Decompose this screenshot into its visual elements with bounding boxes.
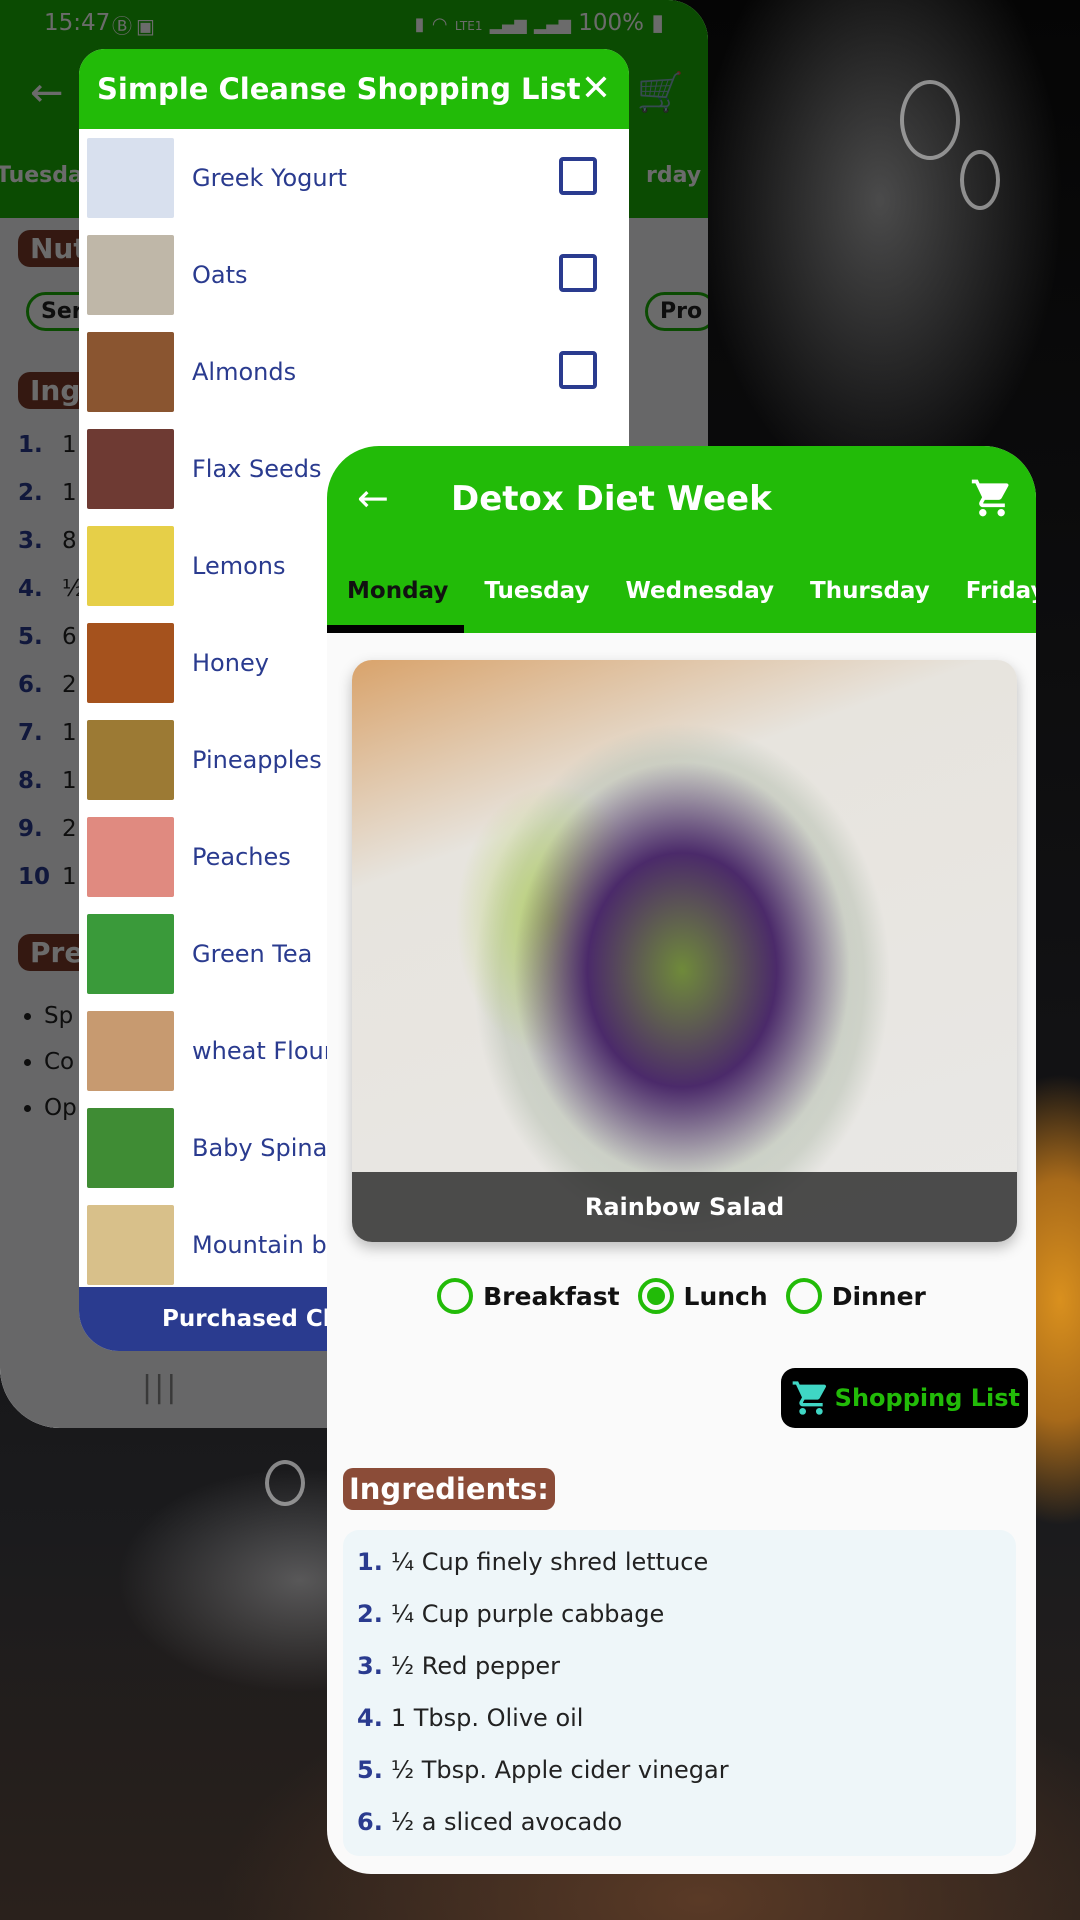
status-bar: 15:47 Ⓑ▣ ▮ ◠ LTE1 ▂▄▆ ▂▄▆ 100% ▮ [0, 0, 708, 48]
item-name: Green Tea [192, 939, 313, 968]
close-icon[interactable]: ✕ [581, 71, 611, 107]
dialog-title: Simple Cleanse Shopping List [97, 72, 581, 106]
meal-type-radio-group: Breakfast Lunch Dinner [327, 1278, 1036, 1314]
b-notification-icon: Ⓑ [112, 14, 136, 38]
background-tab[interactable]: rday [646, 163, 701, 188]
cart-icon [792, 1381, 826, 1415]
radio-lunch[interactable]: Lunch [637, 1278, 768, 1314]
water-splash-decoration [960, 150, 1000, 210]
status-right: ▮ ◠ LTE1 ▂▄▆ ▂▄▆ 100% ▮ [415, 10, 664, 36]
item-checkbox[interactable] [559, 351, 597, 389]
status-left-icons: Ⓑ▣ [112, 10, 159, 39]
foreground-app-card: ← Detox Diet Week Monday Tuesday Wednesd… [327, 446, 1036, 1874]
list-item: 1. ¼ Cup finely shred lettuce [357, 1548, 709, 1576]
item-thumbnail-image [87, 234, 174, 315]
item-thumbnail-image [87, 1010, 174, 1091]
signal-icon: ▂▄▆ [489, 15, 527, 34]
item-thumbnail-image [87, 525, 174, 606]
item-thumbnail-image [87, 331, 174, 412]
shopping-list-item[interactable]: Oats [79, 226, 629, 323]
battery-percent: 100% [578, 10, 645, 36]
item-thumbnail-image [87, 622, 174, 703]
battery-saver-icon: ▮ [414, 14, 425, 35]
item-thumbnail-image [87, 1204, 174, 1285]
item-thumbnail-image [87, 719, 174, 800]
water-splash-decoration [900, 80, 960, 160]
arrow-left-icon[interactable]: ← [357, 476, 389, 520]
item-checkbox[interactable] [559, 157, 597, 195]
item-thumbnail-image [87, 1107, 174, 1188]
item-thumbnail-image [87, 816, 174, 897]
app-toolbar: ← Detox Diet Week Monday Tuesday Wednesd… [327, 446, 1036, 633]
page-title: Detox Diet Week [451, 479, 772, 519]
protein-chip[interactable]: Pro [645, 292, 708, 331]
item-name: Pineapples [192, 745, 322, 774]
list-item: 5. ½ Tbsp. Apple cider vinegar [357, 1756, 729, 1784]
item-name: Peaches [192, 842, 291, 871]
tab-friday[interactable]: Friday [946, 576, 1036, 633]
signal-icon: ▂▄▆ [534, 15, 571, 34]
radio-label: Dinner [831, 1281, 926, 1311]
radio-button[interactable] [437, 1278, 474, 1314]
shopping-list-label: Shopping List [834, 1384, 1020, 1412]
dialog-header: Simple Cleanse Shopping List ✕ [79, 49, 629, 129]
water-splash-decoration [265, 1460, 305, 1506]
list-item: 3. ½ Red pepper [357, 1652, 561, 1680]
tab-monday[interactable]: Monday [327, 576, 465, 633]
tab-tuesday[interactable]: Tuesday [464, 576, 605, 633]
shopping-list-item[interactable]: Almonds [79, 323, 629, 420]
item-name: Greek Yogurt [192, 163, 347, 192]
shopping-list-button[interactable]: Shopping List [780, 1368, 1028, 1428]
ingredients-heading: Ingredients: [343, 1468, 555, 1510]
item-name: wheat Flour [192, 1036, 334, 1065]
arrow-left-icon[interactable]: ← [30, 70, 64, 116]
item-thumbnail-image [87, 137, 174, 218]
cart-icon[interactable]: 🛒 [637, 70, 684, 115]
radio-dinner[interactable]: Dinner [785, 1278, 926, 1314]
tab-thursday[interactable]: Thursday [790, 576, 946, 633]
cart-icon[interactable] [970, 476, 1014, 520]
item-name: Lemons [192, 551, 286, 580]
image-icon: ▣ [136, 14, 159, 38]
item-thumbnail-image [87, 913, 174, 994]
status-time: 15:47 [44, 10, 111, 36]
item-name: Honey [192, 648, 269, 677]
item-name: Flax Seeds [192, 454, 322, 483]
meal-name: Rainbow Salad [352, 1172, 1017, 1242]
list-item: 4. 1 Tbsp. Olive oil [357, 1704, 584, 1732]
battery-icon: ▮ [651, 10, 664, 36]
list-item: 2. ¼ Cup purple cabbage [357, 1600, 665, 1628]
radio-button[interactable] [785, 1278, 822, 1314]
item-checkbox[interactable] [559, 254, 597, 292]
item-name: Oats [192, 260, 248, 289]
tab-wednesday[interactable]: Wednesday [605, 576, 790, 633]
radio-breakfast[interactable]: Breakfast [437, 1278, 620, 1314]
ingredients-list: 1. ¼ Cup finely shred lettuce 2. ¼ Cup pur… [343, 1530, 1016, 1856]
meal-image-card[interactable]: Rainbow Salad [352, 660, 1017, 1242]
item-name: Almonds [192, 357, 297, 386]
radio-label: Breakfast [483, 1281, 620, 1311]
radio-button[interactable] [637, 1278, 674, 1314]
day-tabs: Monday Tuesday Wednesday Thursday Friday [327, 576, 1036, 633]
list-item: 6. ½ a sliced avocado [357, 1808, 623, 1836]
volte-lte1-icon: LTE1 [454, 19, 483, 33]
shopping-list-item[interactable]: Greek Yogurt [79, 129, 629, 226]
item-thumbnail-image [87, 428, 174, 509]
wifi-icon: ◠ [431, 14, 448, 35]
radio-label: Lunch [683, 1281, 768, 1311]
recent-apps-icon[interactable]: ||| [142, 1370, 178, 1405]
